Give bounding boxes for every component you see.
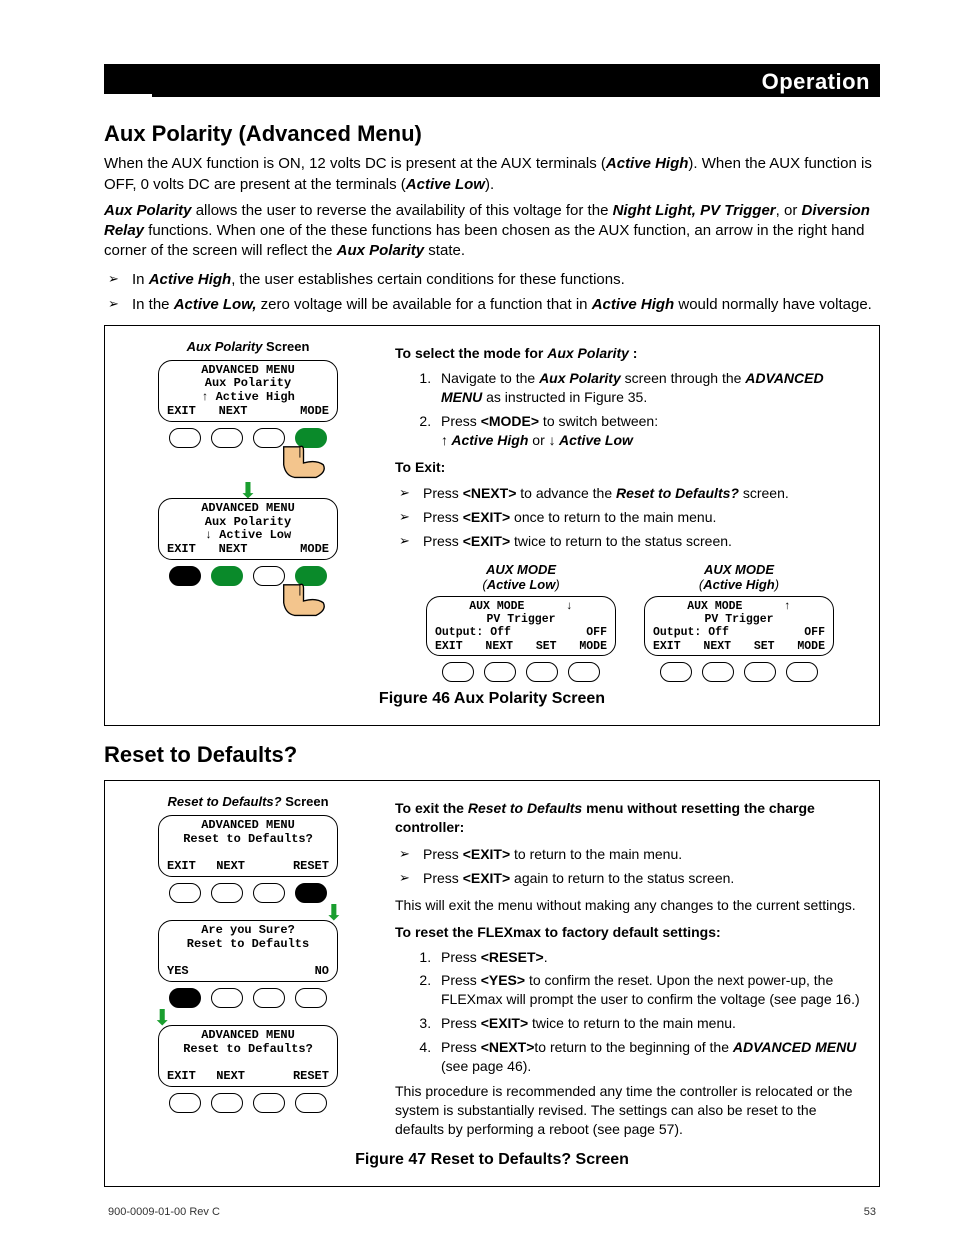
- doc-rev: 900-0009-01-00 Rev C: [108, 1205, 220, 1220]
- exit-steps: Press <NEXT> to advance the Reset to Def…: [395, 484, 865, 551]
- down-arrow-icon: ⬇: [325, 907, 343, 918]
- para-1: When the AUX function is ON, 12 volts DC…: [104, 154, 880, 195]
- oval-button: [568, 662, 600, 682]
- reset-steps: Press <RESET>. Press <YES> to confirm th…: [395, 948, 865, 1076]
- list-item: In Active High, the user establishes cer…: [132, 270, 880, 290]
- aux-mode-mini-screens: AUX MODE((Active Low)Active Low) AUX MOD…: [395, 563, 865, 684]
- aux-mode-high: AUX MODE(Active High) AUX MODE ↑ PV Trig…: [644, 563, 834, 684]
- screen-title: Aux Polarity Screen: [187, 338, 310, 356]
- figure-46-caption: Figure 46 Aux Polarity Screen: [119, 688, 865, 710]
- aux-polarity-heading: Aux Polarity (Advanced Menu): [104, 119, 880, 149]
- figure-46-box: Aux Polarity Screen ADVANCED MENU Aux Po…: [104, 325, 880, 726]
- list-item: Press <NEXT>to return to the beginning o…: [435, 1038, 865, 1076]
- down-arrow-icon: ⬇: [153, 1012, 171, 1023]
- oval-button: [253, 1093, 285, 1113]
- reset-note: This procedure is recommended any time t…: [395, 1082, 865, 1139]
- list-item: Press <MODE> to switch between: ↑ Active…: [435, 412, 865, 450]
- lcd-reset-3: ADVANCED MENU Reset to Defaults? EXITNEX…: [158, 1025, 338, 1087]
- figure-46-left: Aux Polarity Screen ADVANCED MENU Aux Po…: [119, 336, 377, 684]
- down-arrow-icon: ⬇: [239, 485, 257, 496]
- oval-button: [253, 988, 285, 1008]
- oval-button: [786, 662, 818, 682]
- hand-pointer-icon: [276, 436, 331, 481]
- oval-button-active: [169, 988, 201, 1008]
- oval-button: [744, 662, 776, 682]
- oval-button: [660, 662, 692, 682]
- page-number: 53: [864, 1205, 876, 1220]
- oval-button: [295, 988, 327, 1008]
- oval-button: [169, 1093, 201, 1113]
- oval-button: [169, 883, 201, 903]
- list-item: In the Active Low, zero voltage will be …: [132, 295, 880, 315]
- list-item: Press <EXIT> to return to the main menu.: [423, 845, 865, 864]
- oval-button: [169, 428, 201, 448]
- oval-button-active: [295, 883, 327, 903]
- lcd-aux-high: AUX MODE ↑ PV Trigger Output: OffOFF EXI…: [644, 596, 834, 656]
- figure-47-left: Reset to Defaults? Screen ADVANCED MENU …: [119, 791, 377, 1144]
- figure-47-right: To exit the Reset to Defaults menu witho…: [395, 791, 865, 1144]
- lcd-screen-low: ADVANCED MENU Aux Polarity ↓ Active Low …: [158, 498, 338, 560]
- footer: 900-0009-01-00 Rev C 53: [104, 1205, 880, 1220]
- lcd-reset-confirm: Are you Sure? Reset to Defaults YES NO: [158, 920, 338, 982]
- page: Operation Aux Polarity (Advanced Menu) W…: [0, 0, 954, 1260]
- oval-button: [253, 883, 285, 903]
- list-item: Press <EXIT> twice to return to the stat…: [423, 532, 865, 551]
- screen-title: Reset to Defaults? Screen: [167, 793, 328, 811]
- figure-46-right: To select the mode for Aux Polarity : Na…: [395, 336, 865, 684]
- oval-button: [211, 1093, 243, 1113]
- oval-button: [442, 662, 474, 682]
- select-mode-steps: Navigate to the Aux Polarity screen thro…: [395, 369, 865, 450]
- lcd-screen-high: ADVANCED MENU Aux Polarity ↑ Active High…: [158, 360, 338, 422]
- oval-button: [211, 988, 243, 1008]
- oval-button: [484, 662, 516, 682]
- lcd-aux-low: AUX MODE ↓ PV Trigger Output: OffOFF EXI…: [426, 596, 616, 656]
- list-item: Navigate to the Aux Polarity screen thro…: [435, 369, 865, 407]
- oval-button: [169, 566, 201, 586]
- list-item: Press <YES> to confirm the reset. Upon t…: [435, 971, 865, 1009]
- exit-reset-steps: Press <EXIT> to return to the main menu.…: [395, 845, 865, 888]
- figure-47-box: Reset to Defaults? Screen ADVANCED MENU …: [104, 780, 880, 1187]
- oval-button: [211, 883, 243, 903]
- oval-button: [295, 1093, 327, 1113]
- oval-button: [526, 662, 558, 682]
- oval-button: [211, 428, 243, 448]
- header-block: [104, 64, 152, 94]
- select-mode-heading: To select the mode for Aux Polarity :: [395, 344, 865, 363]
- figure-47-caption: Figure 47 Reset to Defaults? Screen: [119, 1149, 865, 1171]
- aux-mode-low: AUX MODE((Active Low)Active Low) AUX MOD…: [426, 563, 616, 684]
- to-exit-heading: To Exit:: [395, 458, 865, 477]
- list-item: Press <RESET>.: [435, 948, 865, 967]
- list-item: Press <EXIT> again to return to the stat…: [423, 869, 865, 888]
- para-2: Aux Polarity allows the user to reverse …: [104, 201, 880, 262]
- list-item: Press <NEXT> to advance the Reset to Def…: [423, 484, 865, 503]
- list-item: Press <EXIT> once to return to the main …: [423, 508, 865, 527]
- oval-button-active: [211, 566, 243, 586]
- section-title: Operation: [152, 64, 880, 97]
- aux-polarity-bullets: In Active High, the user establishes cer…: [104, 270, 880, 316]
- hand-pointer-icon: [276, 574, 331, 619]
- exit-reset-heading: To exit the Reset to Defaults menu witho…: [395, 799, 865, 837]
- exit-note: This will exit the menu without making a…: [395, 896, 865, 915]
- lcd-reset-1: ADVANCED MENU Reset to Defaults? EXITNEX…: [158, 815, 338, 877]
- list-item: Press <EXIT> twice to return to the main…: [435, 1014, 865, 1033]
- reset-factory-heading: To reset the FLEXmax to factory default …: [395, 923, 865, 942]
- oval-button: [702, 662, 734, 682]
- header: Operation: [104, 64, 880, 97]
- reset-heading: Reset to Defaults?: [104, 740, 880, 770]
